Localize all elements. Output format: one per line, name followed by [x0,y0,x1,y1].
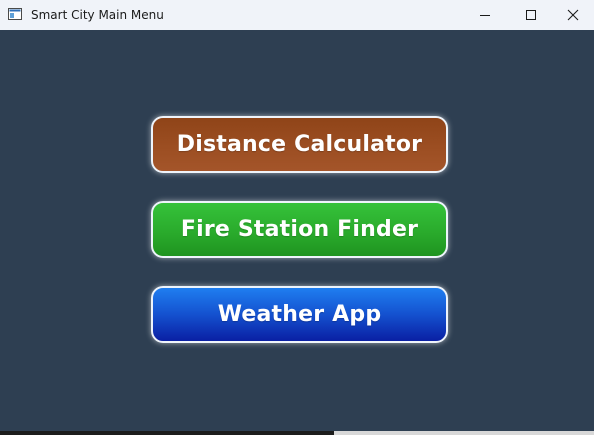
minimize-icon [480,15,490,16]
fire-station-finder-label: Fire Station Finder [180,217,419,242]
taskbar-edge-light [334,431,594,435]
app-window-icon [8,8,22,20]
maximize-button[interactable] [508,0,554,30]
minimize-button[interactable] [462,0,508,30]
weather-app-label: Weather App [217,302,382,327]
distance-calculator-label: Distance Calculator [176,132,423,157]
distance-calculator-button[interactable]: Distance Calculator [151,116,448,173]
window-title: Smart City Main Menu [31,8,164,22]
taskbar-edge [0,431,594,435]
close-button[interactable] [552,0,594,30]
maximize-icon [526,10,536,20]
main-window: Smart City Main Menu Distance Calculator… [0,0,594,431]
weather-app-button[interactable]: Weather App [151,286,448,343]
close-icon [567,9,579,21]
fire-station-finder-button[interactable]: Fire Station Finder [151,201,448,258]
title-bar[interactable]: Smart City Main Menu [0,0,594,30]
